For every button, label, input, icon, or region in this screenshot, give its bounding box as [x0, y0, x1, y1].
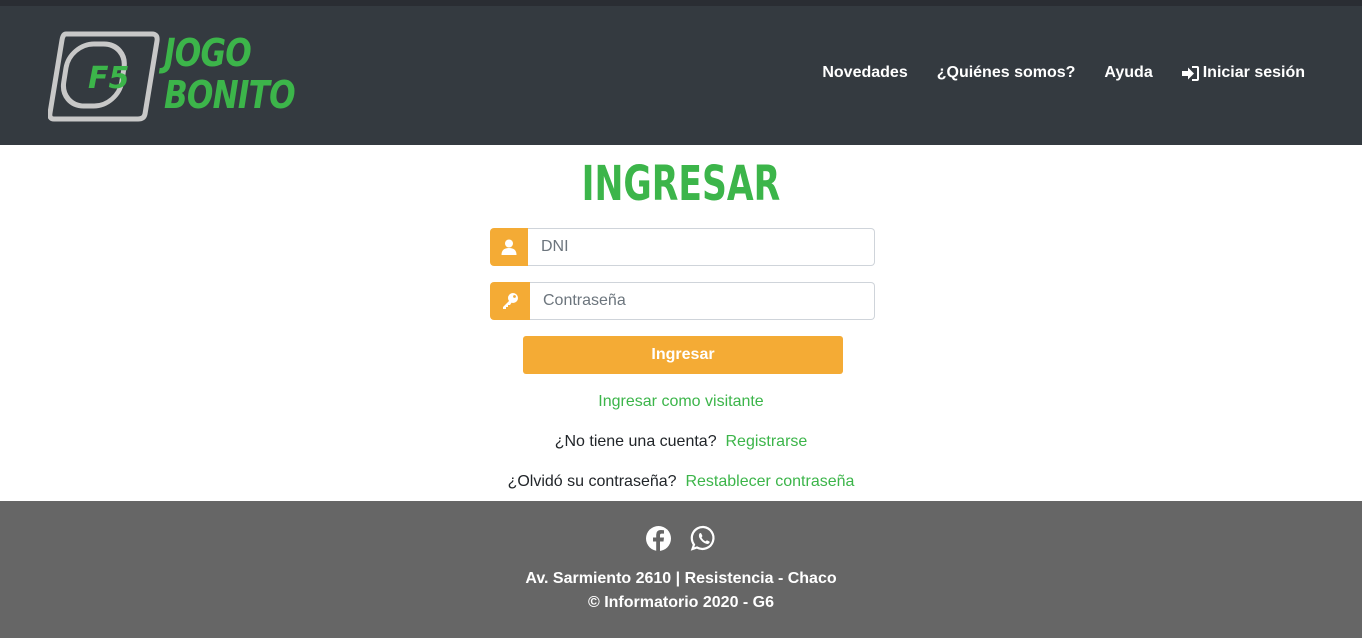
- nav-quienes-somos[interactable]: ¿Quiénes somos?: [937, 64, 1076, 82]
- forgot-text: ¿Olvidó su contraseña?: [507, 473, 677, 490]
- whatsapp-icon[interactable]: [690, 525, 717, 557]
- password-field: [490, 282, 875, 320]
- no-account-text: ¿No tiene una cuenta?: [554, 433, 717, 450]
- site-header: F5 JOGO BONITO Novedades ¿Quiénes somos?…: [0, 6, 1362, 145]
- forgot-line: ¿Olvidó su contraseña? Restablecer contr…: [0, 473, 1362, 491]
- footer-address: Av. Sarmiento 2610 | Resistencia - Chaco: [525, 570, 837, 587]
- guest-login-link[interactable]: Ingresar como visitante: [598, 393, 763, 410]
- dni-field: [490, 228, 875, 266]
- brand-logo[interactable]: F5 JOGO BONITO: [48, 30, 296, 130]
- main-nav: Novedades ¿Quiénes somos? Ayuda Iniciar …: [822, 64, 1305, 82]
- password-input[interactable]: [530, 282, 875, 320]
- nav-iniciar-sesion-label: Iniciar sesión: [1202, 64, 1305, 81]
- logo-text-line2: BONITO: [164, 73, 296, 117]
- login-submit-button[interactable]: Ingresar: [523, 336, 843, 374]
- page-title: INGRESAR: [581, 156, 781, 212]
- nav-ayuda[interactable]: Ayuda: [1104, 64, 1152, 82]
- logo-text-line1: JOGO: [164, 31, 252, 75]
- register-link[interactable]: Registrarse: [725, 433, 807, 450]
- social-links: [0, 525, 1362, 557]
- reset-password-link[interactable]: Restablecer contraseña: [685, 473, 854, 490]
- register-line: ¿No tiene una cuenta? Registrarse: [0, 433, 1362, 451]
- nav-iniciar-sesion[interactable]: Iniciar sesión: [1181, 64, 1305, 82]
- site-footer: Av. Sarmiento 2610 | Resistencia - Chaco…: [0, 501, 1362, 638]
- user-icon: [490, 228, 528, 266]
- dni-input[interactable]: [528, 228, 875, 266]
- logo-badge-text: F5: [88, 61, 129, 96]
- sign-in-icon: [1181, 65, 1199, 81]
- facebook-icon[interactable]: [645, 525, 672, 557]
- guest-line: Ingresar como visitante: [0, 393, 1362, 411]
- footer-copyright: © Informatorio 2020 - G6: [587, 594, 775, 611]
- logo-badge-icon: F5: [48, 31, 160, 122]
- key-icon: [490, 282, 530, 320]
- logo-wordmark: JOGO BONITO: [164, 31, 296, 117]
- nav-novedades[interactable]: Novedades: [822, 64, 907, 82]
